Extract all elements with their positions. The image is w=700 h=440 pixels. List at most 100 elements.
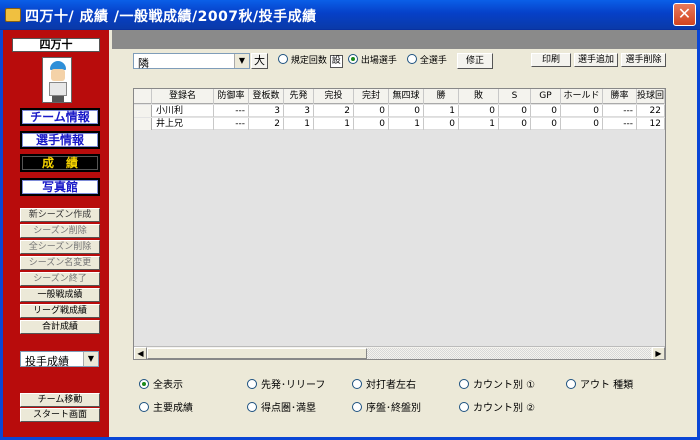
radio-label: 出場選手 (360, 56, 397, 66)
horizontal-scrollbar[interactable]: ◀ ▶ (134, 346, 665, 359)
table-cell: 1 (424, 105, 459, 117)
view-option-out-type[interactable]: アウト 種類 (566, 379, 633, 393)
radio-icon[interactable] (352, 402, 362, 412)
total-stats-button[interactable]: 合計成績 (20, 320, 100, 334)
scroll-thumb[interactable] (147, 348, 367, 359)
rename-season-button[interactable]: シーズン名変更 (20, 256, 100, 270)
radio-icon[interactable] (459, 402, 469, 412)
delete-season-button[interactable]: シーズン削除 (20, 224, 100, 238)
radio-icon[interactable] (566, 379, 576, 389)
radio-label: 全選手 (419, 56, 447, 66)
radio-icon[interactable] (247, 402, 257, 412)
option-label: カウント別 ② (473, 403, 536, 414)
radio-icon[interactable] (247, 379, 257, 389)
view-option-count-2[interactable]: カウント別 ② (459, 402, 535, 416)
radio-checked-icon[interactable] (348, 54, 358, 64)
delete-player-button[interactable]: 選手削除 (621, 53, 666, 67)
column-header[interactable]: 登録名 (152, 89, 214, 104)
option-label: 対打者左右 (366, 380, 416, 391)
nav-player-info-button[interactable]: 選手情報 (20, 131, 100, 149)
table-header: 登録名 防御率 登板数 先発 完投 完封 無四球 勝 敗 S GP ホールド 勝… (134, 89, 665, 104)
radio-icon[interactable] (407, 54, 417, 64)
title-bar: 四万十/ 成績 /一般戦成績/2007秋/投手成績 ✕ (0, 0, 700, 30)
new-season-button[interactable]: 新シーズン作成 (20, 208, 100, 222)
column-header[interactable]: 無四球 (389, 89, 424, 104)
column-header[interactable]: 先発 (284, 89, 314, 104)
size-large-button[interactable]: 大 (251, 53, 268, 69)
column-header[interactable]: S (499, 89, 531, 104)
table-cell: 12 (637, 118, 665, 130)
stat-type-value: 投手成績 (25, 355, 69, 368)
table-cell: 1 (459, 118, 499, 130)
pitching-stats-table[interactable]: 登録名 防御率 登板数 先発 完投 完封 無四球 勝 敗 S GP ホールド 勝… (133, 88, 666, 360)
column-header[interactable]: 勝率 (603, 89, 637, 104)
table-cell: 0 (561, 105, 603, 117)
nav-team-info-button[interactable]: チーム情報 (20, 108, 100, 126)
player-mascot-icon (42, 57, 72, 103)
table-cell: --- (603, 105, 637, 117)
option-label: 主要成績 (153, 403, 193, 414)
filter-radio-played[interactable]: 出場選手 (348, 53, 397, 69)
table-cell: 2 (314, 105, 354, 117)
scroll-left-icon[interactable]: ◀ (134, 347, 147, 359)
column-header[interactable]: 完封 (354, 89, 389, 104)
chevron-down-icon[interactable]: ▼ (83, 352, 98, 366)
team-move-button[interactable]: チーム移動 (20, 393, 100, 407)
general-game-stats-button[interactable]: 一般戦成績 (20, 288, 100, 302)
table-row[interactable]: 井上兄 --- 2 1 1 0 1 0 1 0 0 0 --- 12 (134, 118, 665, 130)
print-button[interactable]: 印刷 (531, 53, 571, 67)
radio-checked-icon[interactable] (139, 379, 149, 389)
scroll-right-icon[interactable]: ▶ (652, 347, 665, 359)
main-header-bar (112, 30, 697, 49)
view-option-all[interactable]: 全表示 (139, 379, 183, 393)
column-header[interactable]: 勝 (424, 89, 459, 104)
view-option-main-stats[interactable]: 主要成績 (139, 402, 193, 416)
close-button[interactable]: ✕ (673, 3, 696, 26)
radio-icon[interactable] (139, 402, 149, 412)
set-button[interactable]: 設 (329, 55, 343, 68)
filter-combo[interactable]: 隣 ▼ (133, 53, 250, 70)
table-cell: 0 (424, 118, 459, 130)
column-header[interactable]: 敗 (459, 89, 499, 104)
table-cell: 0 (531, 118, 561, 130)
radio-icon[interactable] (459, 379, 469, 389)
start-screen-button[interactable]: スタート画面 (20, 408, 100, 422)
column-header[interactable]: 投球回 (637, 89, 665, 104)
column-header[interactable]: ホールド (561, 89, 603, 104)
column-header[interactable]: GP (531, 89, 561, 104)
view-option-starter-relief[interactable]: 先発･リリーフ (247, 379, 325, 393)
column-header[interactable]: 登板数 (249, 89, 284, 104)
league-game-stats-button[interactable]: リーグ戦成績 (20, 304, 100, 318)
radio-icon[interactable] (352, 379, 362, 389)
table-cell: 0 (354, 118, 389, 130)
chevron-down-icon[interactable]: ▼ (234, 54, 249, 68)
view-option-early-late-innings[interactable]: 序盤･終盤別 (352, 402, 421, 416)
table-cell: 3 (249, 105, 284, 117)
column-header[interactable]: 防御率 (214, 89, 249, 104)
view-option-count-1[interactable]: カウント別 ① (459, 379, 535, 393)
table-cell: --- (214, 105, 249, 117)
radio-label: 規定回数 (290, 56, 327, 66)
table-cell: --- (603, 118, 637, 130)
sidebar: 四万十 チーム情報 選手情報 成 績 写真館 新シーズン作成 シーズン削除 全シ… (3, 30, 109, 437)
team-name-label: 四万十 (12, 38, 100, 52)
option-label: 全表示 (153, 380, 183, 391)
table-row[interactable]: 小川利 --- 3 3 2 0 0 1 0 0 0 0 --- 22 (134, 105, 665, 117)
view-option-vs-batter-hand[interactable]: 対打者左右 (352, 379, 416, 393)
option-label: 得点圏･満塁 (261, 403, 316, 414)
radio-icon[interactable] (278, 54, 288, 64)
option-label: アウト 種類 (580, 380, 634, 391)
end-season-button[interactable]: シーズン終了 (20, 272, 100, 286)
filter-radio-qualified[interactable]: 規定回数 設 (278, 53, 343, 69)
nav-stats-button[interactable]: 成 績 (20, 154, 100, 172)
column-header[interactable]: 完投 (314, 89, 354, 104)
stat-type-select[interactable]: 投手成績 ▼ (20, 351, 99, 368)
nav-photo-gallery-button[interactable]: 写真館 (20, 178, 100, 196)
delete-all-seasons-button[interactable]: 全シーズン削除 (20, 240, 100, 254)
filter-radio-all[interactable]: 全選手 (407, 53, 447, 69)
view-option-scoring-position[interactable]: 得点圏･満塁 (247, 402, 316, 416)
add-player-button[interactable]: 選手追加 (574, 53, 618, 67)
scroll-track[interactable] (367, 348, 651, 359)
modify-button[interactable]: 修正 (457, 53, 493, 69)
option-label: 先発･リリーフ (261, 380, 326, 391)
